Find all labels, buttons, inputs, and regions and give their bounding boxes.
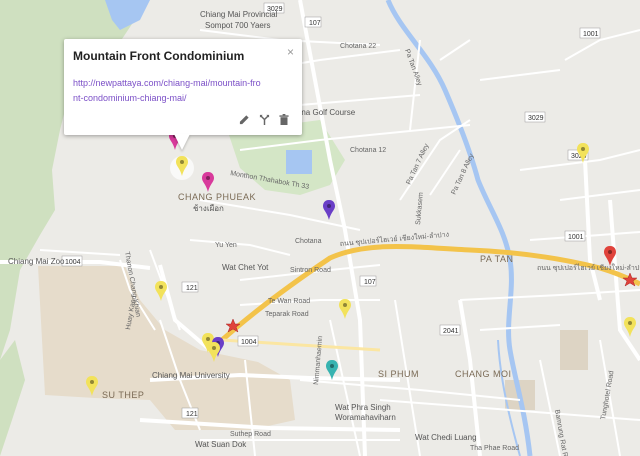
road-label-suthep: Suthep Road	[230, 431, 271, 438]
pencil-icon[interactable]	[238, 113, 250, 125]
info-window: Mountain Front Condominium × http://newp…	[64, 39, 302, 135]
area-label-si-phum: SI PHUM	[378, 369, 419, 379]
marker-magenta[interactable]	[202, 172, 214, 192]
golf-pond	[286, 150, 312, 174]
marker-yellow[interactable]	[155, 281, 167, 301]
road-label-yu-yen: Yu Yen	[215, 242, 237, 249]
info-window-link[interactable]: http://newpattaya.com/chiang-mai/mountai…	[73, 76, 263, 106]
marker-yellow[interactable]	[624, 317, 636, 337]
area-label-chang-moi: CHANG MOI	[455, 369, 512, 379]
close-icon[interactable]: ×	[287, 45, 294, 59]
area-label-pa-tan: PA TAN	[480, 254, 514, 264]
svg-text:1001: 1001	[568, 234, 584, 241]
road-label-tha-phae: Tha Phae Road	[470, 445, 519, 452]
svg-text:1004: 1004	[241, 339, 257, 346]
trash-icon[interactable]	[278, 113, 290, 125]
road-label-pa-tan-7: Pa Tan 7 Alley	[405, 142, 430, 186]
svg-text:121: 121	[186, 285, 198, 292]
svg-text:2041: 2041	[443, 328, 459, 335]
route-icon[interactable]	[258, 113, 270, 125]
info-window-tools	[238, 113, 290, 125]
marker-yellow[interactable]	[339, 299, 351, 319]
road-label-pa-tan-alley: Pa Tan Alley	[403, 48, 423, 87]
road-label-sintron: Sintron Road	[290, 267, 331, 274]
road-label-superhighway-east: ถนน ซุปเปอร์ไฮเวย์ เชียงใหม่-ลำปาง	[537, 263, 640, 272]
area-label-chang-phueak: CHANG PHUEAK	[178, 192, 256, 202]
place-label-wat-suan-dok: Wat Suan Dok	[195, 440, 247, 449]
place-label-university: Chiang Mai University	[152, 371, 230, 380]
marker-purple[interactable]	[323, 200, 335, 220]
mountain-area	[0, 340, 25, 456]
svg-text:1004: 1004	[65, 259, 81, 266]
info-window-title: Mountain Front Condominium	[73, 49, 245, 63]
road-label-sukkasem: Sukkasem	[415, 192, 425, 225]
place-label-provincial-sub: Sompot 700 Yaers	[205, 21, 271, 30]
road-label-te-wan: Te Wan Road	[268, 298, 310, 305]
svg-text:1001: 1001	[583, 31, 599, 38]
svg-text:107: 107	[364, 279, 376, 286]
road-label-chotana-22: Chotana 22	[340, 43, 376, 50]
place-label-woramahaviharn: Woramahaviharn	[335, 413, 396, 422]
place-label-wat-chedi-luang: Wat Chedi Luang	[415, 433, 477, 442]
road-label-teparak: Teparak Road	[265, 311, 309, 318]
place-label-wat-chet-yot: Wat Chet Yot	[222, 263, 269, 272]
place-label-zoo: Chiang Mai Zoo	[8, 257, 65, 266]
road-label-chotana-12: Chotana 12	[350, 147, 386, 154]
svg-text:3029: 3029	[528, 115, 544, 122]
area-label-su-thep: SU THEP	[102, 390, 144, 400]
place-label-provincial: Chiang Mai Provincial	[200, 10, 278, 19]
info-window-pointer	[174, 134, 190, 150]
area-label-chang-phueak-th: ช้างเผือก	[193, 204, 224, 213]
svg-text:121: 121	[186, 411, 198, 418]
place-label-wat-phra-singh: Wat Phra Singh	[335, 403, 391, 412]
svg-text:107: 107	[309, 20, 321, 27]
park	[560, 330, 588, 370]
road-label-chotana: Chotana	[295, 238, 322, 245]
